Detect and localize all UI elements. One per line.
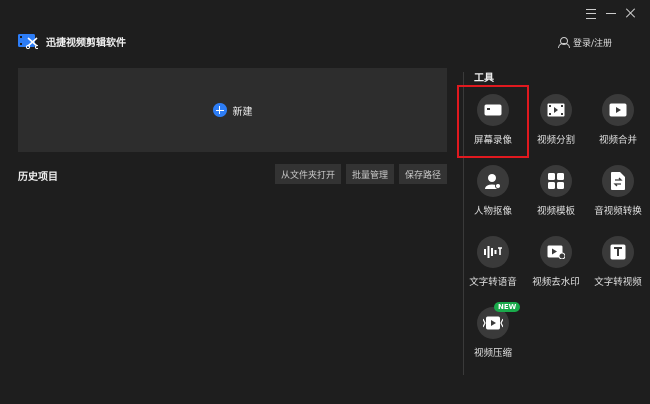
tool-label: 文字转视频 <box>594 277 642 288</box>
tool-label: 音视频转换 <box>594 206 642 217</box>
window-controls <box>586 8 636 19</box>
tool-circle <box>477 165 509 197</box>
tools-title: 工具 <box>474 73 494 84</box>
video-compress-icon <box>483 316 503 330</box>
convert-icon <box>611 172 625 190</box>
plus-icon <box>212 103 227 117</box>
tool-video-merge[interactable]: 视频合并 <box>586 94 650 146</box>
portrait-cutout-icon <box>485 174 501 189</box>
new-project-button[interactable]: 新建 <box>18 68 447 152</box>
text-to-video-icon <box>610 244 626 260</box>
login-button[interactable]: 登录/注册 <box>557 36 612 49</box>
tool-video-template[interactable]: 视频模板 <box>524 165 588 217</box>
save-path-button[interactable]: 保存路径 <box>398 164 447 184</box>
new-project-label: 新建 <box>232 106 253 118</box>
text-to-speech-icon <box>484 246 502 258</box>
login-label: 登录/注册 <box>572 39 612 49</box>
history-title: 历史项目 <box>18 172 58 183</box>
tool-circle <box>602 94 634 126</box>
app-title: 迅捷视频剪辑软件 <box>46 37 126 49</box>
tool-label: 视频分割 <box>536 135 575 146</box>
video-merge-icon <box>609 103 627 117</box>
minimize-icon[interactable] <box>606 8 616 18</box>
tool-circle <box>540 236 572 268</box>
tool-text-to-video[interactable]: 文字转视频 <box>586 236 650 288</box>
film-split-icon <box>547 103 565 117</box>
template-icon <box>548 173 564 189</box>
tool-video-compress[interactable]: 视频压缩 <box>461 307 525 359</box>
menu-icon[interactable] <box>586 8 596 19</box>
remove-watermark-icon <box>547 245 565 259</box>
tool-circle <box>602 165 634 197</box>
history-actions: 从文件夹打开 批量管理 保存路径 <box>274 164 447 184</box>
tool-label: 视频压缩 <box>473 348 512 359</box>
batch-manage-button[interactable]: 批量管理 <box>345 164 394 184</box>
tool-circle <box>540 94 572 126</box>
tool-circle <box>540 165 572 197</box>
user-icon <box>557 37 570 48</box>
tool-circle <box>477 236 509 268</box>
tool-label: 视频模板 <box>536 206 575 217</box>
tool-av-convert[interactable]: 音视频转换 <box>586 165 650 217</box>
tool-circle <box>602 236 634 268</box>
tool-portrait-cutout[interactable]: 人物抠像 <box>461 165 525 217</box>
tool-label: 视频合并 <box>598 135 637 146</box>
tool-text-to-speech[interactable]: 文字转语音 <box>461 236 525 288</box>
new-badge: NEW <box>494 302 521 312</box>
tool-video-split[interactable]: 视频分割 <box>524 94 588 146</box>
open-from-folder-button[interactable]: 从文件夹打开 <box>274 164 341 184</box>
tool-label: 文字转语音 <box>469 277 517 288</box>
tool-label: 人物抠像 <box>473 206 512 217</box>
close-icon[interactable] <box>626 8 636 18</box>
tool-remove-watermark[interactable]: 视频去水印 <box>524 236 588 288</box>
tool-label: 视频去水印 <box>532 277 580 288</box>
selection-highlight <box>457 85 529 158</box>
app-brand: 迅捷视频剪辑软件 <box>18 33 126 50</box>
app-logo-icon <box>18 33 40 50</box>
